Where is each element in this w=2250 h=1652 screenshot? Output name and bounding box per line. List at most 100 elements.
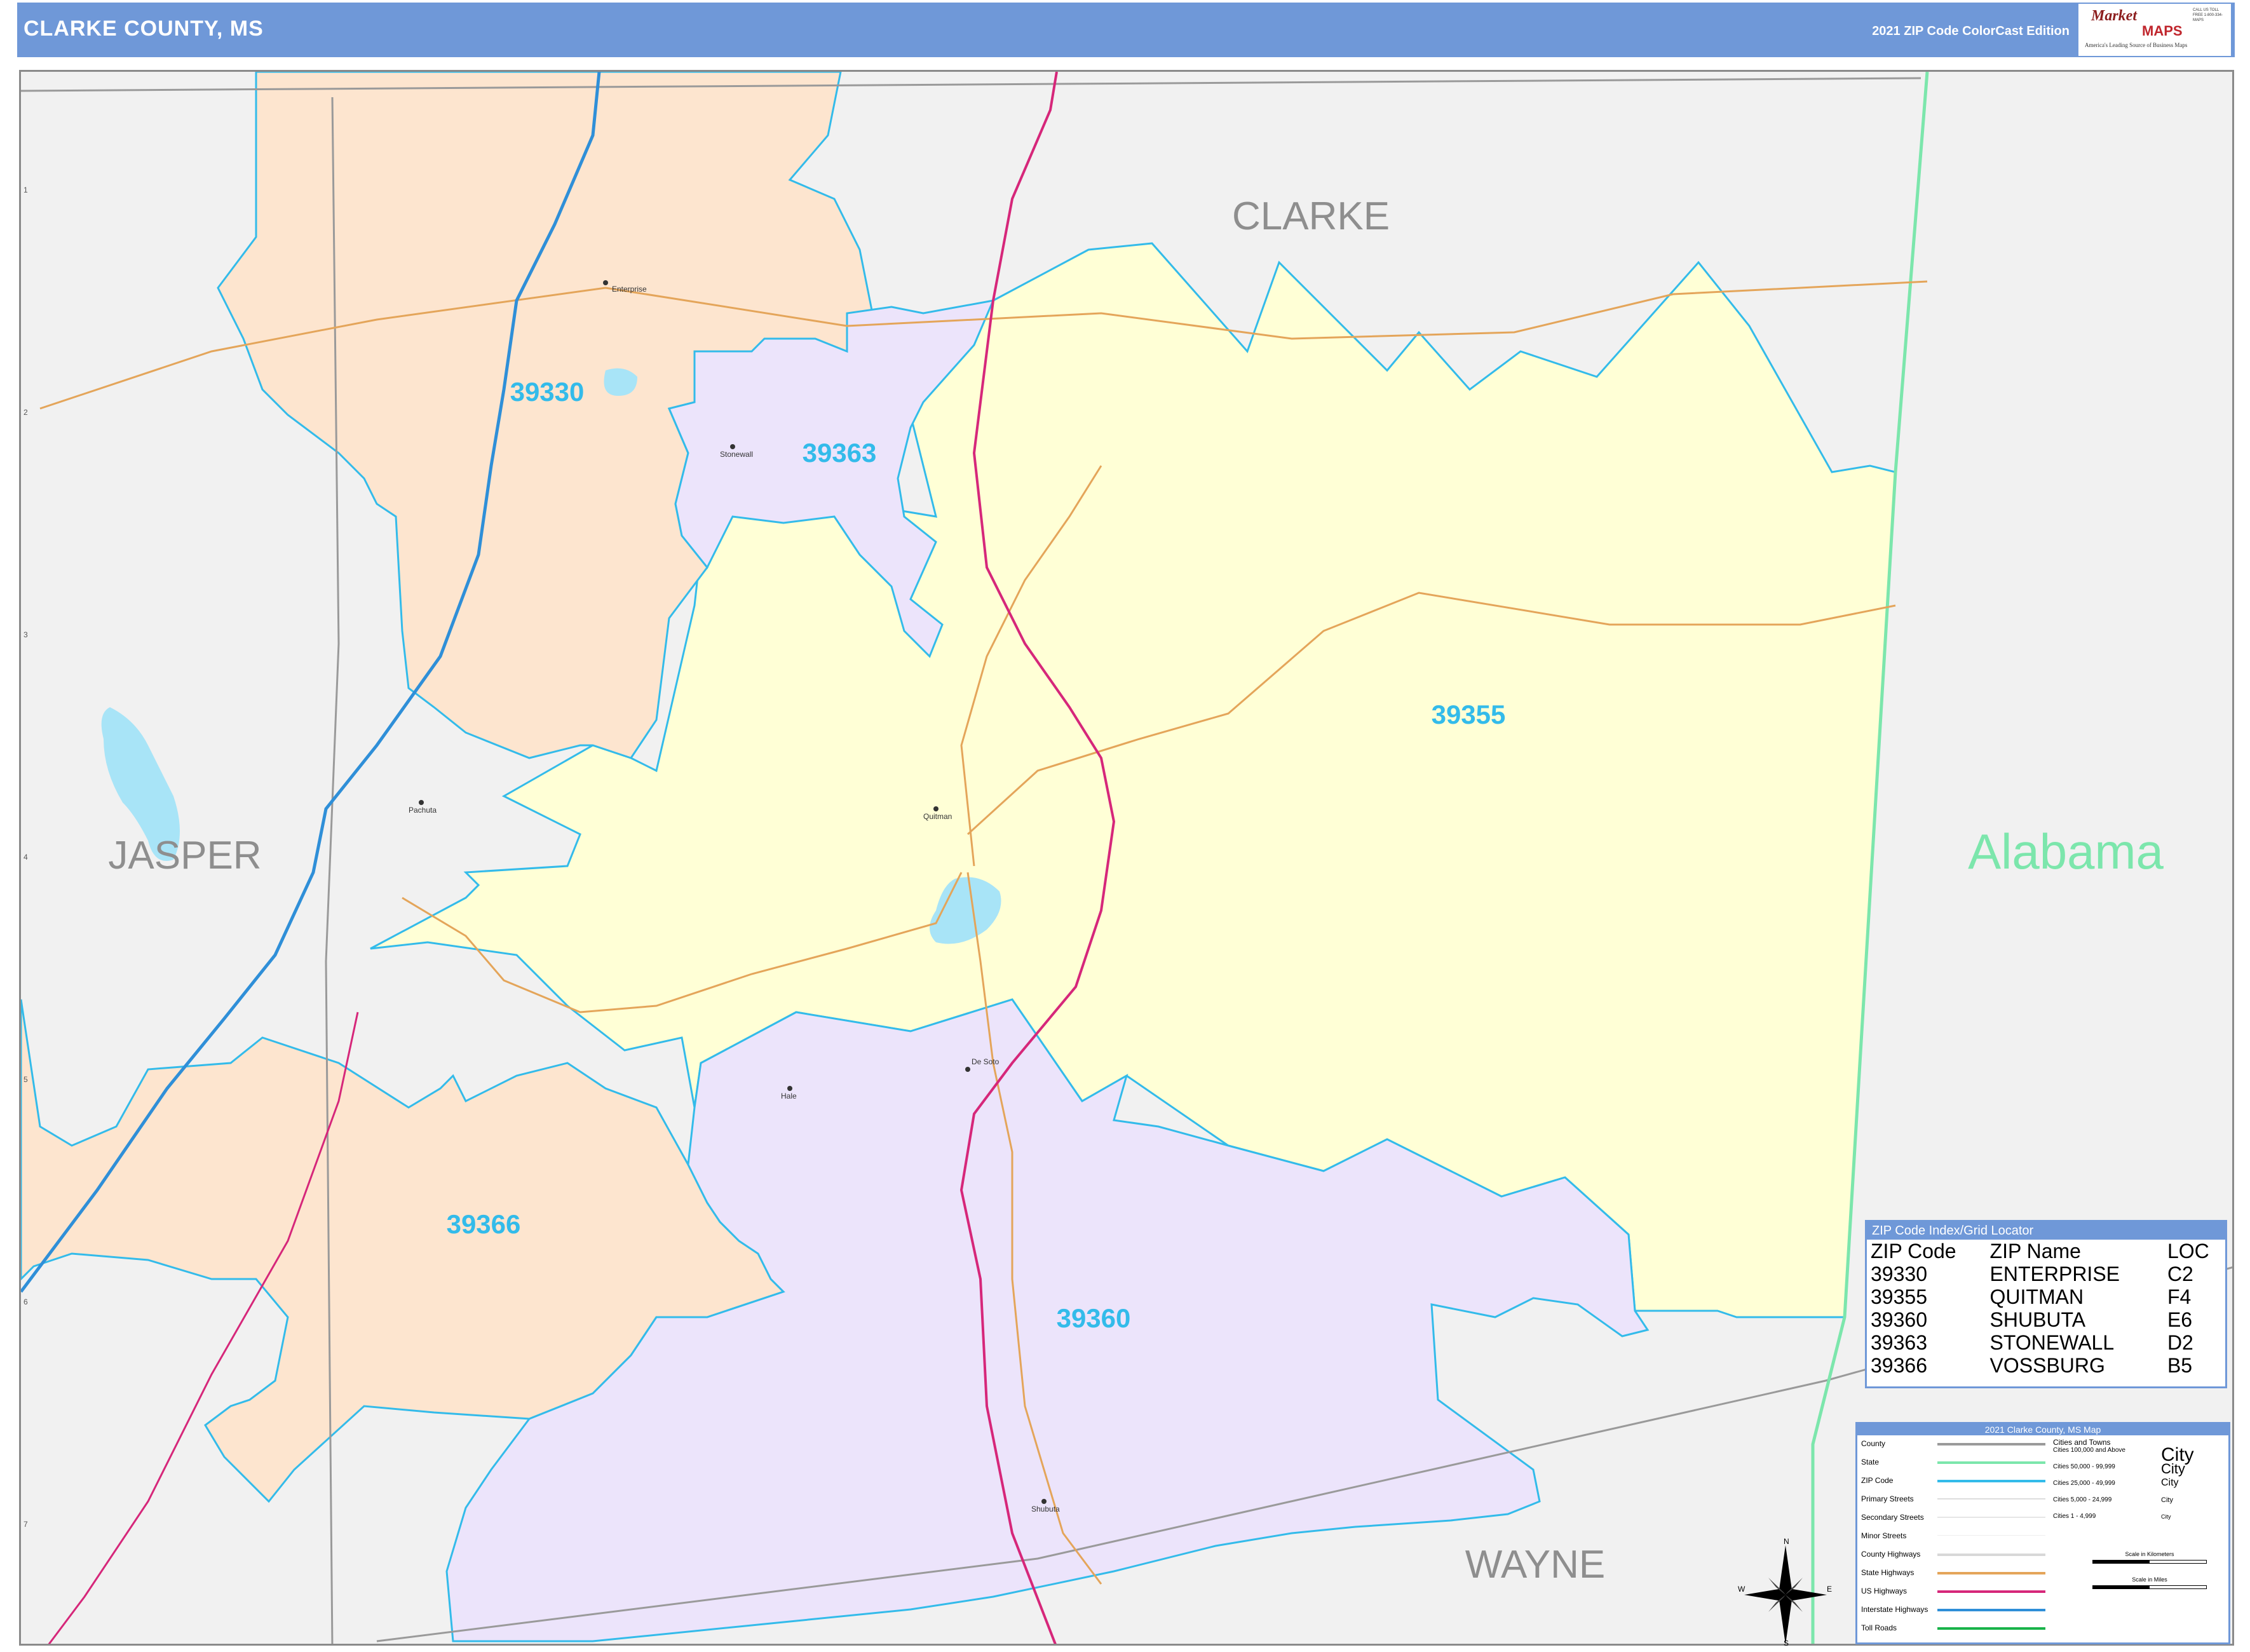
zip-index-header: ZIP Code [1871, 1240, 1956, 1263]
compass-rose: N S E W [1738, 1537, 1833, 1649]
zip-index-loc: C2 [2167, 1263, 2193, 1285]
legend-city-label: Cities 5,000 - 24,999 [2053, 1496, 2112, 1503]
legend-swatch [1937, 1609, 2045, 1611]
zip-index-title: ZIP Code Index/Grid Locator [1867, 1222, 2225, 1240]
map-legend: 2021 Clarke County, MS Map County State … [1855, 1422, 2230, 1644]
zip-label-39360: 39360 [1057, 1303, 1131, 1333]
zip-index-code: 39330 [1871, 1263, 1927, 1285]
legend-item-state-hwy: State Highways [1861, 1567, 2052, 1585]
zip-index-name: ENTERPRISE [1989, 1263, 2120, 1285]
zip-label-39330: 39330 [510, 377, 585, 407]
compass-w: W [1738, 1585, 1745, 1594]
logo-word-maps: MAPS [2142, 23, 2183, 39]
compass-icon: N S E W [1738, 1537, 1832, 1648]
map-canvas[interactable]: CLARKE JASPER WAYNE Alabama 39330 39363 … [19, 70, 2234, 1646]
legend-swatch [1937, 1480, 2045, 1482]
legend-item-secondary: Secondary Streets [1861, 1512, 2052, 1530]
legend-label: County [1861, 1439, 1886, 1448]
zip-label-39363: 39363 [803, 438, 877, 468]
zip-index-code: 39366 [1871, 1354, 1927, 1377]
zip-index-name: QUITMAN [1989, 1285, 2084, 1308]
legend-swatch [1937, 1498, 2045, 1500]
town-label-shubuta: Shubuta [1031, 1505, 1060, 1513]
zip-label-39355: 39355 [1432, 700, 1506, 729]
legend-swatch [1937, 1535, 2045, 1536]
zip-index-row: 39366 VOSSBURG B5 [1868, 1354, 2226, 1377]
map-header: CLARKE COUNTY, MS 2021 ZIP Code ColorCas… [17, 3, 2235, 57]
legend-label: Interstate Highways [1861, 1605, 1928, 1614]
legend-swatch [1937, 1461, 2045, 1464]
compass-e: E [1827, 1585, 1832, 1594]
compass-s: S [1784, 1639, 1789, 1646]
edition-label: 2021 ZIP Code ColorCast Edition [1872, 24, 2070, 38]
map-svg: CLARKE JASPER WAYNE Alabama 39330 39363 … [21, 72, 2232, 1644]
town-label-hale: Hale [781, 1092, 797, 1100]
legend-label: State [1861, 1458, 1880, 1466]
scale-mi-label: Scale in Miles [2132, 1576, 2167, 1583]
legend-label: Primary Streets [1861, 1494, 1914, 1503]
legend-item-minor: Minor Streets [1861, 1530, 2052, 1548]
legend-city-sample: City [2161, 1477, 2179, 1488]
legend-city-sample: City [2161, 1496, 2173, 1504]
zip-index-row: 39363 STONEWALL D2 [1868, 1331, 2226, 1354]
legend-city-label: Cities 50,000 - 99,999 [2053, 1463, 2115, 1470]
legend-label: County Highways [1861, 1550, 1921, 1559]
legend-title: 2021 Clarke County, MS Map [1857, 1424, 2228, 1435]
zip-index-code: 39355 [1871, 1285, 1927, 1308]
compass-n: N [1784, 1538, 1789, 1546]
scale-mi-bar [2092, 1585, 2207, 1589]
grid-row-3: 3 [24, 630, 28, 639]
zip-index-header: ZIP Name [1989, 1240, 2081, 1263]
grid-row-1: 1 [24, 186, 28, 194]
town-label-pachuta: Pachuta [409, 806, 437, 815]
zip-index-loc: F4 [2167, 1285, 2192, 1308]
zip-index-code: 39360 [1871, 1308, 1927, 1331]
legend-city-row: Cities 50,000 - 99,999 City [2053, 1461, 2225, 1480]
logo-tagline: America's Leading Source of Business Map… [2085, 42, 2188, 48]
legend-city-label: Cities 25,000 - 49,999 [2053, 1480, 2115, 1487]
zip-index-loc: B5 [2167, 1354, 2193, 1377]
zip-index-row: 39360 SHUBUTA E6 [1868, 1308, 2226, 1331]
zip-index-loc: D2 [2167, 1331, 2193, 1354]
town-label-desoto: De Soto [972, 1057, 1000, 1066]
zip-index-header: LOC [2167, 1240, 2209, 1263]
legend-swatch [1937, 1443, 2045, 1446]
legend-swatch [1937, 1590, 2045, 1593]
scale-km-bar [2092, 1560, 2207, 1564]
zip-index-loc: E6 [2167, 1308, 2193, 1331]
market-maps-logo: Market MAPS America's Leading Source of … [2078, 4, 2231, 56]
legend-label: Secondary Streets [1861, 1513, 1924, 1522]
scale-km-label: Scale in Kilometers [2125, 1551, 2174, 1557]
state-label-alabama: Alabama [1968, 823, 2164, 879]
grid-row-4: 4 [24, 853, 28, 862]
zip-index-name: SHUBUTA [1989, 1308, 2086, 1331]
legend-swatch [1937, 1627, 2045, 1630]
county-label-clarke: CLARKE [1232, 194, 1390, 238]
legend-line-items: County State ZIP Code Primary Streets Se… [1861, 1438, 2052, 1641]
legend-label: US Highways [1861, 1587, 1908, 1595]
legend-item-county: County [1861, 1438, 2052, 1456]
legend-city-sample: City [2161, 1461, 2185, 1477]
zip-index-header-row: ZIP Code ZIP Name LOC [1868, 1240, 2226, 1263]
logo-contact: CALL US TOLL FREE 1-800-334-MAPS [2193, 8, 2223, 22]
zip-index-row: 39330 ENTERPRISE C2 [1868, 1263, 2226, 1285]
legend-city-sample: City [2161, 1513, 2171, 1520]
legend-item-zip: ZIP Code [1861, 1475, 2052, 1493]
legend-city-row: Cities 100,000 and Above City [2053, 1444, 2225, 1465]
legend-city-row: Cities 5,000 - 24,999 City [2053, 1496, 2225, 1513]
legend-label: Toll Roads [1861, 1623, 1897, 1632]
town-label-stonewall: Stonewall [720, 450, 753, 459]
town-label-quitman: Quitman [923, 812, 952, 821]
zip-index-name: STONEWALL [1989, 1331, 2115, 1354]
legend-item-primary: Primary Streets [1861, 1493, 2052, 1512]
legend-swatch [1937, 1517, 2045, 1518]
county-label-wayne: WAYNE [1465, 1543, 1605, 1587]
legend-label: Minor Streets [1861, 1531, 1907, 1540]
zip-index-row: 39355 QUITMAN F4 [1868, 1285, 2226, 1308]
county-label-jasper: JASPER [108, 834, 261, 877]
grid-row-5: 5 [24, 1075, 28, 1084]
legend-label: ZIP Code [1861, 1476, 1894, 1485]
logo-word-market: Market [2091, 8, 2137, 24]
legend-item-us-hwy: US Highways [1861, 1585, 2052, 1604]
grid-row-7: 7 [24, 1520, 28, 1529]
